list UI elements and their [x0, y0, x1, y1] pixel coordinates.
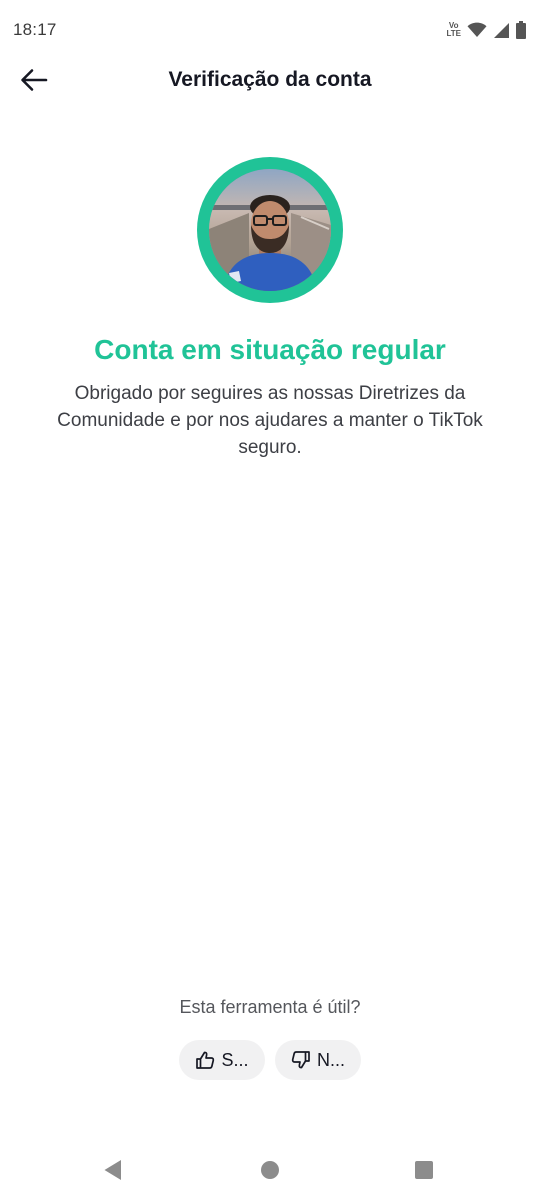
nav-recents-icon [415, 1161, 433, 1179]
avatar-ring [197, 157, 343, 303]
status-bar: 18:17 Vo LTE [0, 0, 540, 60]
feedback-question: Esta ferramenta é útil? [179, 997, 361, 1017]
battery-icon [516, 21, 526, 39]
avatar [209, 169, 331, 291]
wifi-icon [467, 22, 487, 37]
thumbs-up-icon [196, 1051, 215, 1069]
status-time: 18:17 [13, 20, 57, 39]
nav-bar [0, 1140, 540, 1200]
status-headline: Conta em situação regular [94, 334, 446, 365]
profile-photo [209, 169, 331, 291]
feedback-buttons: S... N... [0, 1040, 540, 1080]
feedback-no-button[interactable]: N... [275, 1040, 361, 1080]
status-icons: Vo LTE [446, 19, 526, 41]
volte-icon: Vo LTE [446, 22, 461, 38]
feedback-no-label: N... [316, 1049, 345, 1070]
thumbs-down-icon [291, 1051, 310, 1069]
nav-recents-button[interactable] [408, 1154, 440, 1186]
nav-back-icon [104, 1160, 121, 1180]
screen: 18:17 Vo LTE Verificação da conta Conta … [0, 0, 540, 1200]
feedback-yes-label: S... [221, 1049, 249, 1070]
nav-home-button[interactable] [254, 1154, 286, 1186]
status-description: Obrigado por seguires as nossas Diretriz… [57, 383, 483, 458]
header: Verificação da conta [0, 56, 540, 104]
volte-bottom-label: LTE [446, 29, 461, 38]
page-title: Verificação da conta [168, 68, 372, 91]
nav-back-button[interactable] [97, 1154, 129, 1186]
feedback-yes-button[interactable]: S... [179, 1040, 265, 1080]
cellular-signal-icon [494, 22, 509, 38]
nav-home-icon [261, 1161, 279, 1179]
